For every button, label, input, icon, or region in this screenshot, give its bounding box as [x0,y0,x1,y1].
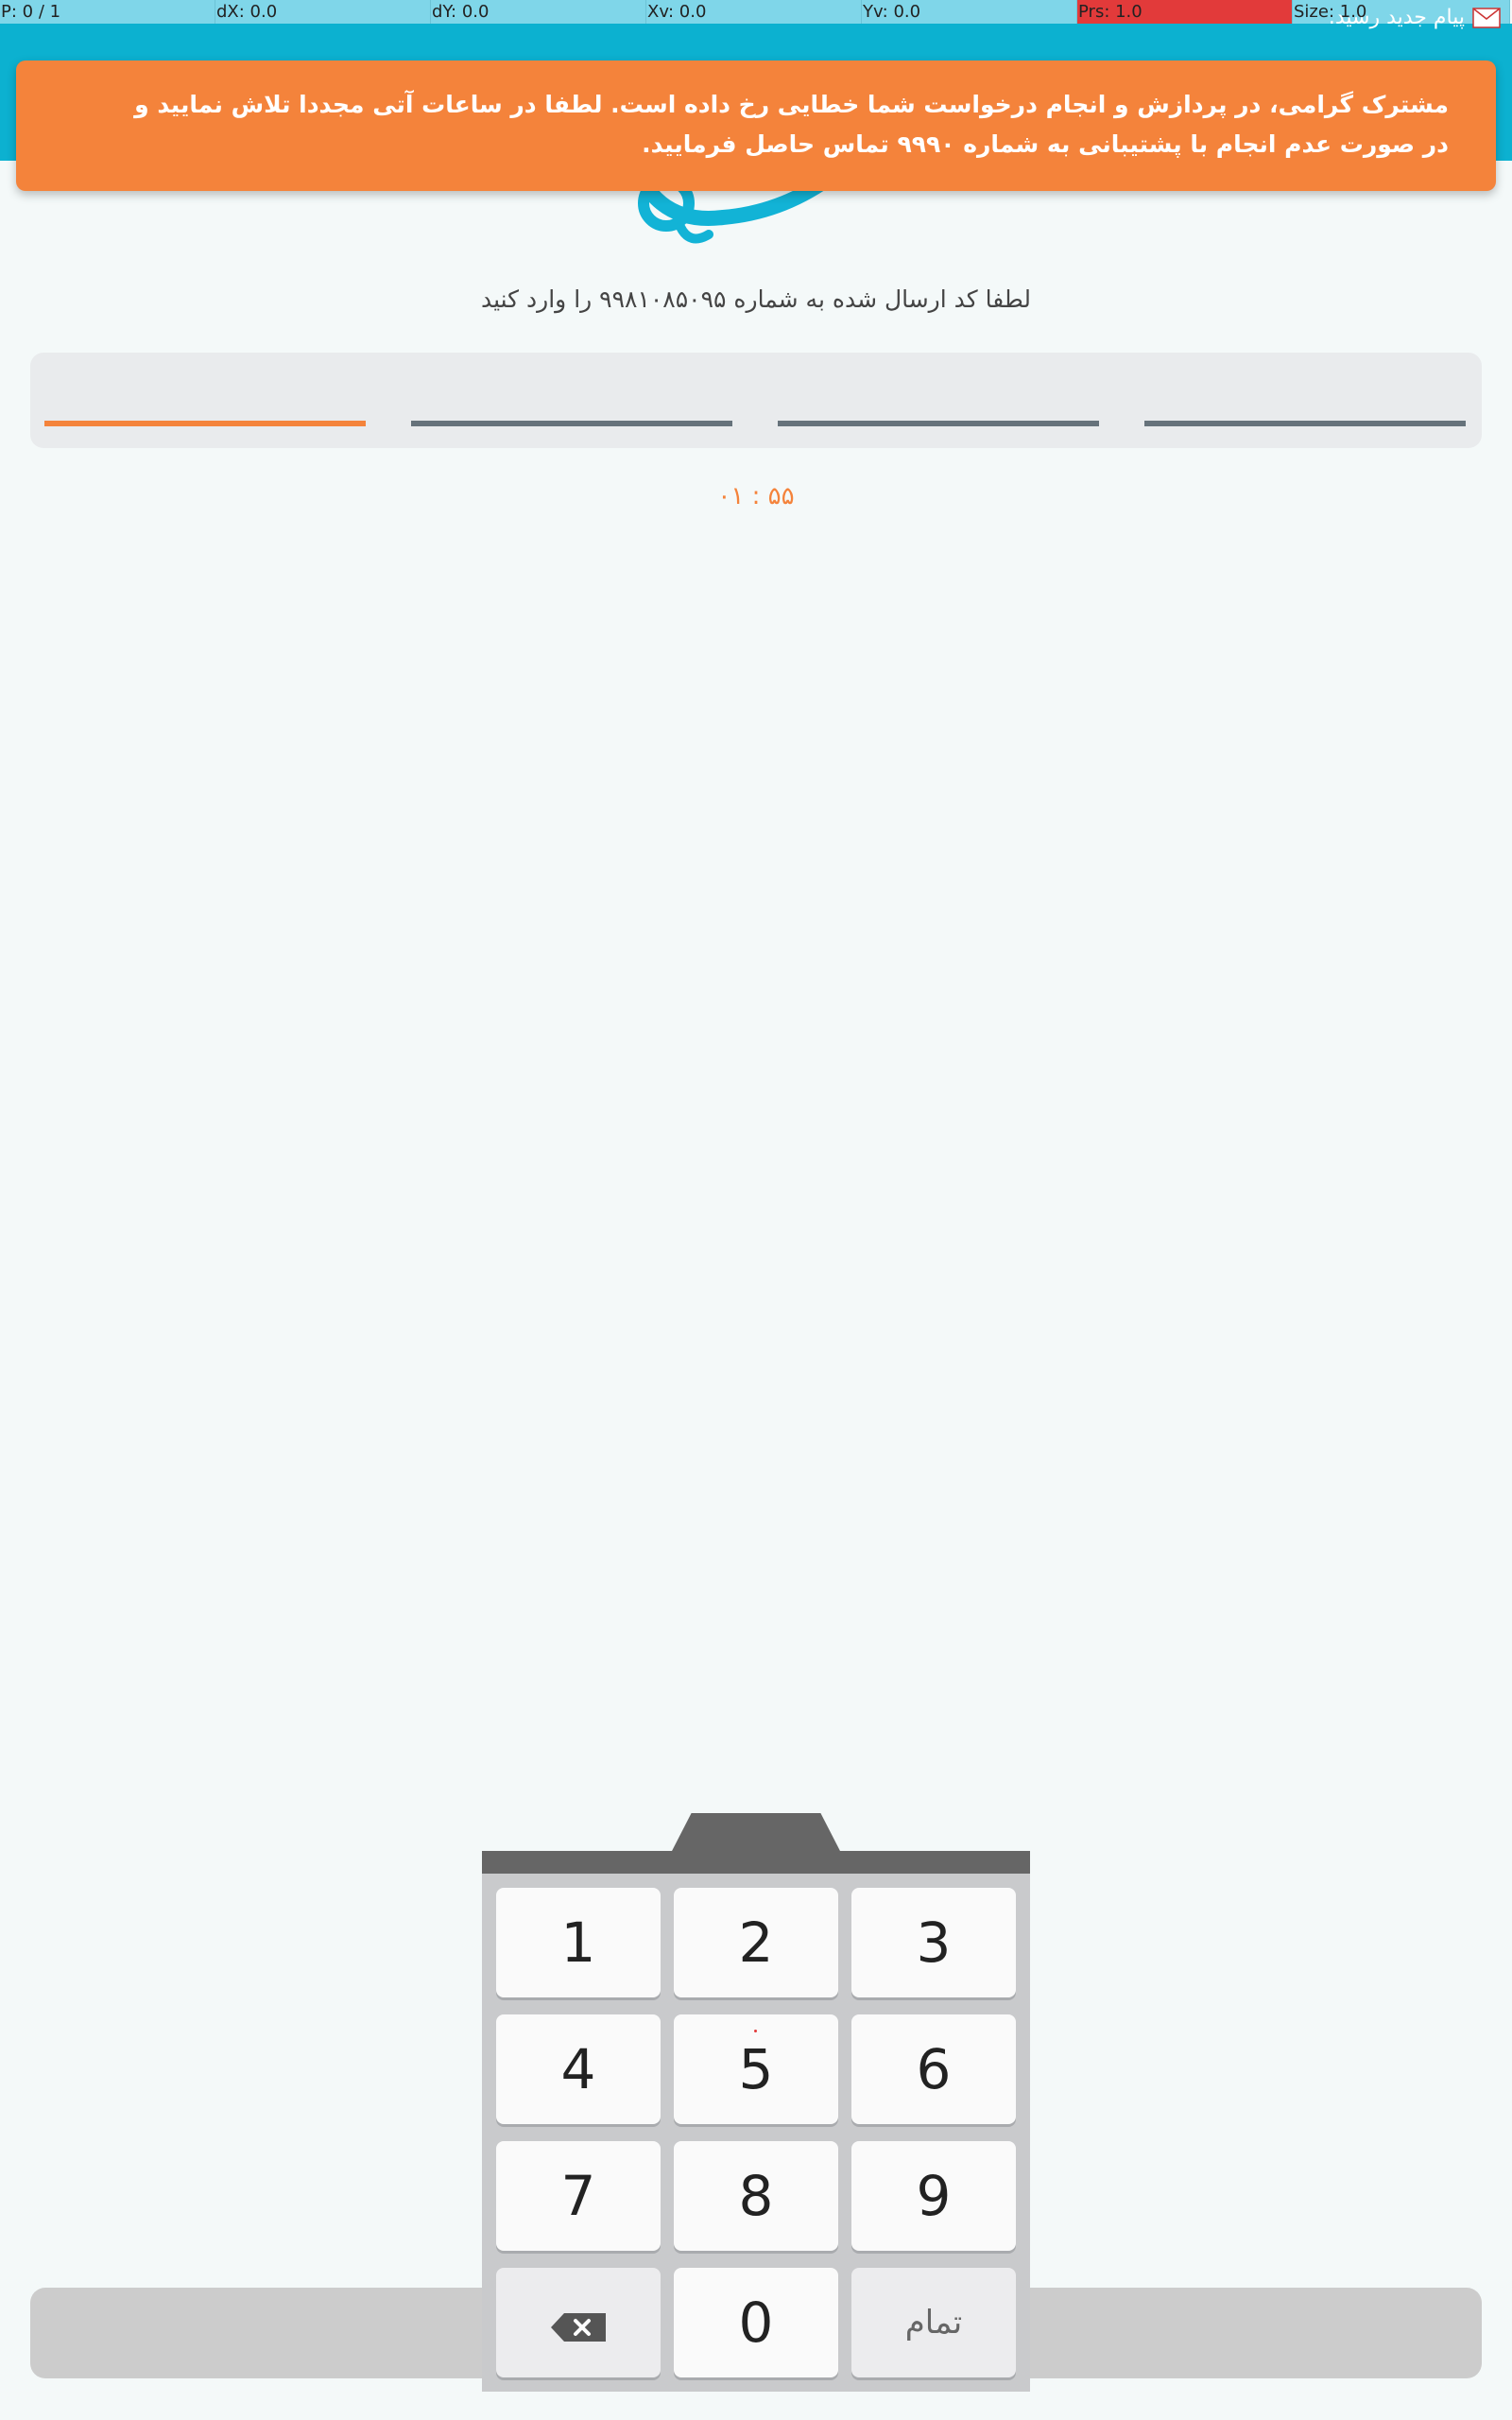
key-8[interactable]: 8 [674,2141,838,2251]
key-0[interactable]: 0 [674,2268,838,2377]
key-3[interactable]: 3 [851,1888,1016,1997]
alert-message: مشترک گرامی، در پردازش و انجام درخواست ش… [134,91,1449,158]
key-4[interactable]: 4 [496,2014,661,2124]
numeric-keypad: 1 2 3 4 5 6 7 8 9 0 تمام [482,1813,1030,2392]
code-slot-3[interactable] [778,421,1099,426]
key-5[interactable]: 5 [674,2014,838,2124]
debug-pointer-count: P: 0 / 1 [0,0,215,24]
code-slot-4[interactable] [1144,421,1466,426]
debug-dx: dX: 0.0 [215,0,431,24]
keypad-top-bar [482,1851,1030,1876]
debug-xv: Xv: 0.0 [646,0,862,24]
debug-pressure: Prs: 1.0 [1077,0,1293,24]
status-notification[interactable]: پیام جدید رسید. [1329,6,1501,29]
notification-text: پیام جدید رسید. [1328,6,1465,29]
countdown-timer: ۰۱ : ۵۵ [717,482,795,510]
envelope-icon [1472,7,1501,28]
code-slot-2[interactable] [411,421,732,426]
key-7[interactable]: 7 [496,2141,661,2251]
code-input-panel[interactable] [30,353,1482,448]
backspace-key[interactable] [496,2268,661,2377]
pointer-debug-bar: P: 0 / 1 dX: 0.0 dY: 0.0 Xv: 0.0 Yv: 0.0… [0,0,1512,24]
instruction-text: لطفا کد ارسال شده به شماره ۹۹۸۱۰۸۵۰۹۵ را… [480,285,1032,313]
backspace-icon [551,2290,606,2355]
touch-point-marker [754,2030,757,2032]
keypad-handle[interactable] [671,1813,841,1853]
key-6[interactable]: 6 [851,2014,1016,2124]
debug-dy: dY: 0.0 [431,0,646,24]
key-5-label: 5 [738,2037,774,2101]
code-slot-1[interactable] [44,421,366,426]
debug-yv: Yv: 0.0 [862,0,1077,24]
key-1[interactable]: 1 [496,1888,661,1997]
key-9[interactable]: 9 [851,2141,1016,2251]
keypad-body: 1 2 3 4 5 6 7 8 9 0 تمام [482,1874,1030,2392]
key-2[interactable]: 2 [674,1888,838,1997]
error-alert[interactable]: مشترک گرامی، در پردازش و انجام درخواست ش… [16,60,1496,191]
done-key[interactable]: تمام [851,2268,1016,2377]
